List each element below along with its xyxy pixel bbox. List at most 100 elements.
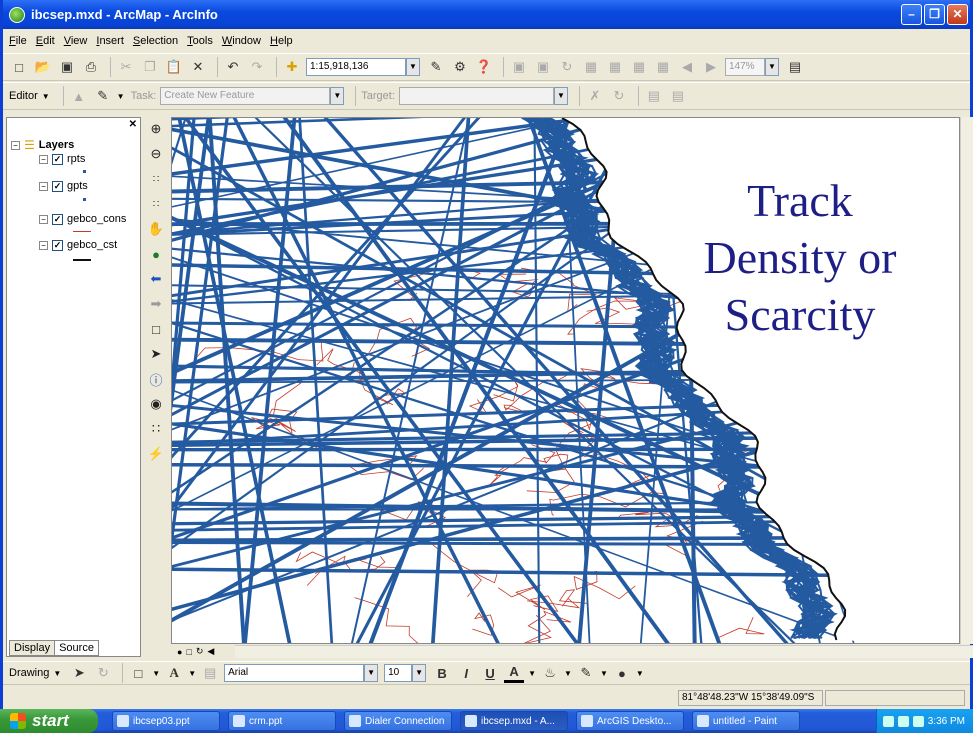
editor-toolbar-icon[interactable]: ✎: [426, 57, 446, 77]
tray-icon[interactable]: [897, 715, 909, 727]
bold-button[interactable]: B: [432, 663, 452, 683]
layout-view-tab[interactable]: □: [186, 647, 191, 657]
fill-color-dropdown-icon[interactable]: ▼: [564, 669, 572, 678]
zoom-percent-input[interactable]: 147%: [725, 58, 765, 76]
zoom-out-fixed-icon[interactable]: ▣: [533, 57, 553, 77]
menu-help[interactable]: Help: [270, 35, 293, 47]
drawing-menu[interactable]: Drawing: [9, 667, 49, 679]
rotate-tool-icon[interactable]: ↻: [609, 86, 629, 106]
sketch-tool-icon[interactable]: ✎: [93, 86, 113, 106]
menu-view[interactable]: View: [64, 35, 88, 47]
edit-vertices-icon[interactable]: ▤: [200, 663, 220, 683]
layout-page-icon[interactable]: ▦: [653, 57, 673, 77]
layout-fit-icon[interactable]: ▦: [629, 57, 649, 77]
line-color-icon[interactable]: ✎: [576, 663, 596, 683]
scale-input[interactable]: 1:15,918,136: [306, 58, 406, 76]
font-size-select[interactable]: 10: [384, 664, 413, 682]
forward-arrow-icon[interactable]: ➡: [146, 294, 166, 314]
fixed-zoom-out-icon[interactable]: ∷: [146, 194, 166, 214]
task-select[interactable]: Create New Feature: [160, 87, 331, 105]
editor-dropdown-icon[interactable]: ▼: [42, 92, 50, 101]
task-paint[interactable]: untitled - Paint: [692, 711, 800, 731]
task-crm-ppt[interactable]: crm.ppt: [228, 711, 336, 731]
refresh-view-icon[interactable]: ↻: [196, 646, 204, 657]
layer-checkbox[interactable]: ✓: [52, 180, 63, 192]
find-binoculars-icon[interactable]: ◉: [146, 394, 166, 414]
collapse-icon[interactable]: −: [39, 154, 48, 164]
delete-icon[interactable]: ✕: [188, 57, 208, 77]
text-dropdown-icon[interactable]: ▼: [188, 669, 196, 678]
copy-icon[interactable]: ❐: [140, 57, 160, 77]
font-color-dropdown-icon[interactable]: ▼: [528, 669, 536, 678]
attributes-icon[interactable]: ▤: [644, 86, 664, 106]
undo-icon[interactable]: ↶: [223, 57, 243, 77]
cut-icon[interactable]: ✂: [116, 57, 136, 77]
font-dropdown-icon[interactable]: ▼: [364, 664, 379, 682]
layer-checkbox[interactable]: ✓: [52, 239, 63, 251]
rectangle-icon[interactable]: □: [128, 663, 148, 683]
save-icon[interactable]: ▣: [57, 57, 77, 77]
sketch-properties-icon[interactable]: ▤: [668, 86, 688, 106]
layout-forward-icon[interactable]: ▶: [701, 57, 721, 77]
marker-color-dropdown-icon[interactable]: ▼: [636, 669, 644, 678]
open-folder-icon[interactable]: 📂: [33, 57, 53, 77]
collapse-icon[interactable]: −: [39, 181, 48, 191]
arctoolbox-icon[interactable]: ⚙: [450, 57, 470, 77]
font-select[interactable]: Arial: [224, 664, 365, 682]
scroll-left-icon[interactable]: ◀: [207, 646, 214, 657]
layer-item-gpts[interactable]: − ✓ gpts: [39, 180, 88, 192]
data-view-tab[interactable]: ●: [177, 647, 182, 657]
drawing-dropdown-icon[interactable]: ▼: [53, 669, 61, 678]
minimize-button[interactable]: –: [901, 4, 922, 25]
measure-icon[interactable]: ∷: [146, 419, 166, 439]
task-arcmap[interactable]: ibcsep.mxd - A...: [460, 711, 568, 731]
tray-icon[interactable]: [912, 715, 924, 727]
task-ibcsep03-ppt[interactable]: ibcsep03.ppt: [112, 711, 220, 731]
layout-zoom-out-icon[interactable]: ▦: [605, 57, 625, 77]
fill-color-icon[interactable]: ♨: [540, 663, 560, 683]
zoom-in-icon[interactable]: ⊕: [146, 119, 166, 139]
layer-item-gebco-cons[interactable]: − ✓ gebco_cons: [39, 213, 126, 225]
hyperlink-icon[interactable]: ⚡: [146, 444, 166, 464]
select-element-icon[interactable]: ➤: [69, 663, 89, 683]
layout-zoom-icon[interactable]: ▦: [581, 57, 601, 77]
add-data-icon[interactable]: ✚: [282, 57, 302, 77]
task-dropdown-icon[interactable]: ▼: [330, 87, 345, 105]
menu-selection[interactable]: Selection: [133, 35, 178, 47]
menu-window[interactable]: Window: [222, 35, 261, 47]
edit-tool-icon[interactable]: ▲: [69, 86, 89, 106]
zoom-in-fixed-icon[interactable]: ▣: [509, 57, 529, 77]
menu-edit[interactable]: Edit: [36, 35, 55, 47]
editor-menu[interactable]: Editor: [9, 90, 38, 102]
identify-icon[interactable]: ⓘ: [146, 369, 166, 389]
new-document-icon[interactable]: □: [9, 57, 29, 77]
layout-view-icon[interactable]: ▤: [785, 57, 805, 77]
italic-button[interactable]: I: [456, 663, 476, 683]
layer-item-rpts[interactable]: − ✓ rpts: [39, 153, 85, 165]
title-bar[interactable]: ibcsep.mxd - ArcMap - ArcInfo – ❐ ✕: [3, 0, 970, 29]
refresh-icon[interactable]: ↻: [557, 57, 577, 77]
zoom-dropdown-icon[interactable]: ▼: [765, 58, 779, 76]
close-button[interactable]: ✕: [947, 4, 968, 25]
sketch-dropdown-icon[interactable]: ▼: [117, 92, 125, 101]
layout-back-icon[interactable]: ◀: [677, 57, 697, 77]
target-dropdown-icon[interactable]: ▼: [553, 87, 568, 105]
line-color-dropdown-icon[interactable]: ▼: [600, 669, 608, 678]
tab-display[interactable]: Display: [9, 640, 56, 656]
back-arrow-icon[interactable]: ⬅: [146, 269, 166, 289]
marker-color-icon[interactable]: ●: [612, 663, 632, 683]
select-elements-icon[interactable]: ➤: [146, 344, 166, 364]
menu-tools[interactable]: Tools: [187, 35, 213, 47]
target-select[interactable]: [398, 87, 554, 105]
layers-root[interactable]: − ☰ Layers: [11, 138, 74, 152]
fixed-zoom-in-icon[interactable]: ∷: [146, 169, 166, 189]
tab-source[interactable]: Source: [54, 640, 99, 656]
print-icon[interactable]: ⎙: [81, 57, 101, 77]
shape-dropdown-icon[interactable]: ▼: [152, 669, 160, 678]
whats-this-icon[interactable]: ❓: [474, 57, 494, 77]
split-tool-icon[interactable]: ✗: [585, 86, 605, 106]
underline-button[interactable]: U: [480, 663, 500, 683]
select-features-icon[interactable]: □: [146, 319, 166, 339]
layer-item-gebco-cst[interactable]: − ✓ gebco_cst: [39, 239, 117, 251]
text-tool-icon[interactable]: A: [164, 663, 184, 683]
